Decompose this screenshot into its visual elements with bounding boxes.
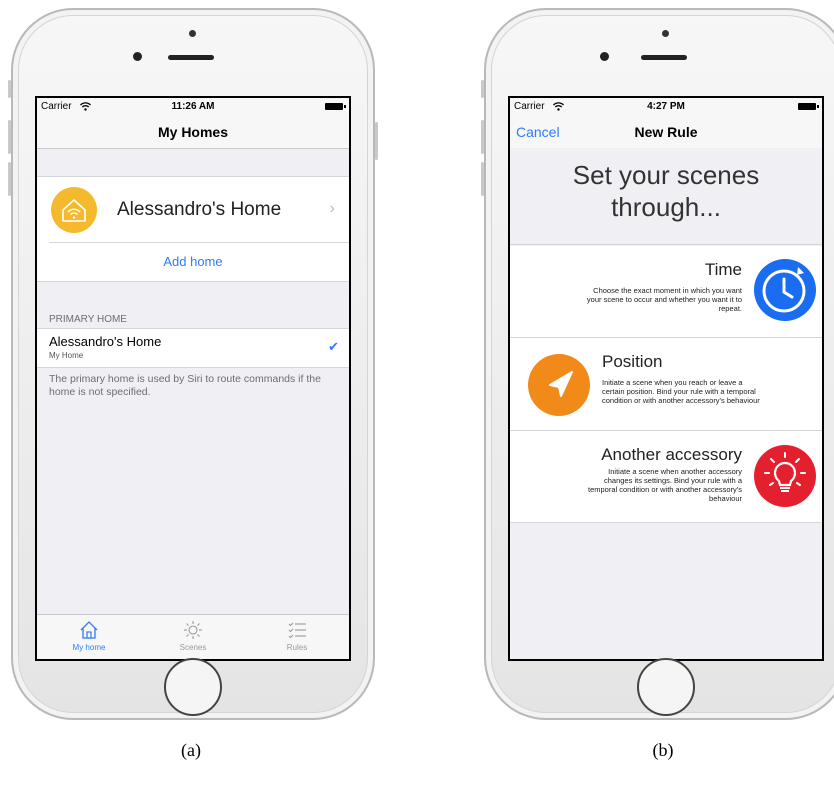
tab-scenes[interactable]: Scenes: [141, 619, 245, 652]
tab-my-home[interactable]: My home: [37, 619, 141, 652]
rule-description: Initiate a scene when another accessory …: [522, 467, 742, 503]
navigation-bar: Cancel New Rule: [510, 116, 822, 149]
page-title: My Homes: [157, 124, 229, 140]
rule-description-line: certain position. Bind your rule with a …: [602, 387, 756, 396]
rule-description-line: Initiate a scene when you reach or leave…: [602, 378, 743, 387]
sun-icon: [184, 621, 202, 639]
home-button[interactable]: [637, 658, 695, 716]
navigation-bar: My Homes: [37, 116, 349, 149]
rule-description-line: your scene to occur and whether you want…: [586, 295, 742, 304]
primary-home-name: Alessandro's Home: [49, 334, 162, 349]
checkmark-icon: ✔: [328, 339, 339, 354]
volume-up-button: [8, 120, 11, 154]
hero-heading: Set your scenes through...: [510, 148, 822, 245]
rule-description-line: condition or with another accessory's be…: [602, 396, 760, 405]
rule-description: Initiate a scene when you reach or leave…: [602, 378, 817, 405]
mute-switch: [481, 80, 484, 98]
primary-home-row[interactable]: Alessandro's Home My Home ✔: [37, 328, 349, 368]
status-bar: Carrier 4:27 PM: [510, 98, 822, 116]
primary-home-subtitle: My Home: [49, 351, 84, 360]
clock-icon: [754, 259, 816, 321]
divider: [49, 242, 349, 243]
rule-title: Position: [602, 352, 663, 371]
power-button: [375, 122, 378, 160]
screen-b: Carrier 4:27 PM Cancel New Rule Set your…: [508, 96, 824, 661]
rule-title: Time: [704, 260, 742, 279]
rule-description: Choose the exact moment in which you wan…: [522, 286, 742, 313]
status-bar: Carrier 11:26 AM: [37, 98, 349, 116]
battery-icon: [325, 103, 346, 110]
speaker: [168, 55, 214, 60]
battery-icon: [798, 103, 819, 110]
screen-a: Carrier 11:26 AM My Homes Alessandro's H…: [35, 96, 351, 661]
tab-label: My home: [72, 643, 106, 652]
front-camera: [133, 52, 142, 61]
tab-label: Scenes: [179, 643, 207, 652]
tab-rules[interactable]: Rules: [245, 619, 349, 652]
footnote: The primary home is used by Siri to rout…: [49, 373, 321, 398]
rule-description-line: temporal condition or with another acces…: [587, 485, 742, 494]
sensor: [662, 30, 669, 37]
rule-description-line: Initiate a scene when another accessory: [608, 467, 742, 476]
volume-down-button: [481, 162, 484, 196]
add-home-button[interactable]: Add home: [37, 254, 349, 269]
status-time: 11:26 AM: [171, 101, 215, 112]
rule-description-line: changes its settings. Bind your rule wit…: [604, 476, 742, 485]
status-time: 4:27 PM: [647, 101, 685, 112]
volume-up-button: [481, 120, 484, 154]
volume-down-button: [8, 162, 11, 196]
rule-description-line: repeat.: [718, 304, 742, 313]
tab-label: Rules: [286, 643, 308, 652]
home-button[interactable]: [164, 658, 222, 716]
rule-option-another-accessory[interactable]: Another accessory Initiate a scene when …: [510, 431, 822, 523]
lightbulb-icon: [754, 445, 816, 507]
rule-option-time[interactable]: Time Choose the exact moment in which yo…: [510, 246, 822, 338]
phone-frame-b: Carrier 4:27 PM Cancel New Rule Set your…: [481, 8, 834, 720]
checklist-icon: [288, 622, 306, 639]
rule-title: Another accessory: [601, 445, 742, 464]
front-camera: [600, 52, 609, 61]
page-title: New Rule: [634, 124, 698, 140]
chevron-right-icon[interactable]: ›: [330, 200, 335, 218]
speaker: [641, 55, 687, 60]
sensor: [189, 30, 196, 37]
rule-option-position[interactable]: Position Initiate a scene when you reach…: [510, 338, 822, 431]
hero-line-2: through...: [611, 192, 721, 222]
phone-frame-a: Carrier 11:26 AM My Homes Alessandro's H…: [8, 8, 378, 720]
section-header: PRIMARY HOME: [49, 314, 127, 325]
rule-description-line: Choose the exact moment in which you wan…: [593, 286, 742, 295]
rule-description-line: behaviour: [709, 494, 742, 503]
home-card: Alessandro's Home › Add home: [37, 176, 349, 282]
home-wifi-icon: [51, 187, 97, 233]
home-name[interactable]: Alessandro's Home: [117, 199, 281, 221]
house-icon: [80, 621, 98, 639]
tab-bar: My home Scenes Rules: [37, 614, 349, 659]
caption-a: (a): [181, 740, 201, 760]
mute-switch: [8, 80, 11, 98]
caption-b: (b): [652, 740, 674, 760]
location-arrow-icon: [528, 354, 590, 416]
hero-line-1: Set your scenes: [572, 160, 760, 190]
